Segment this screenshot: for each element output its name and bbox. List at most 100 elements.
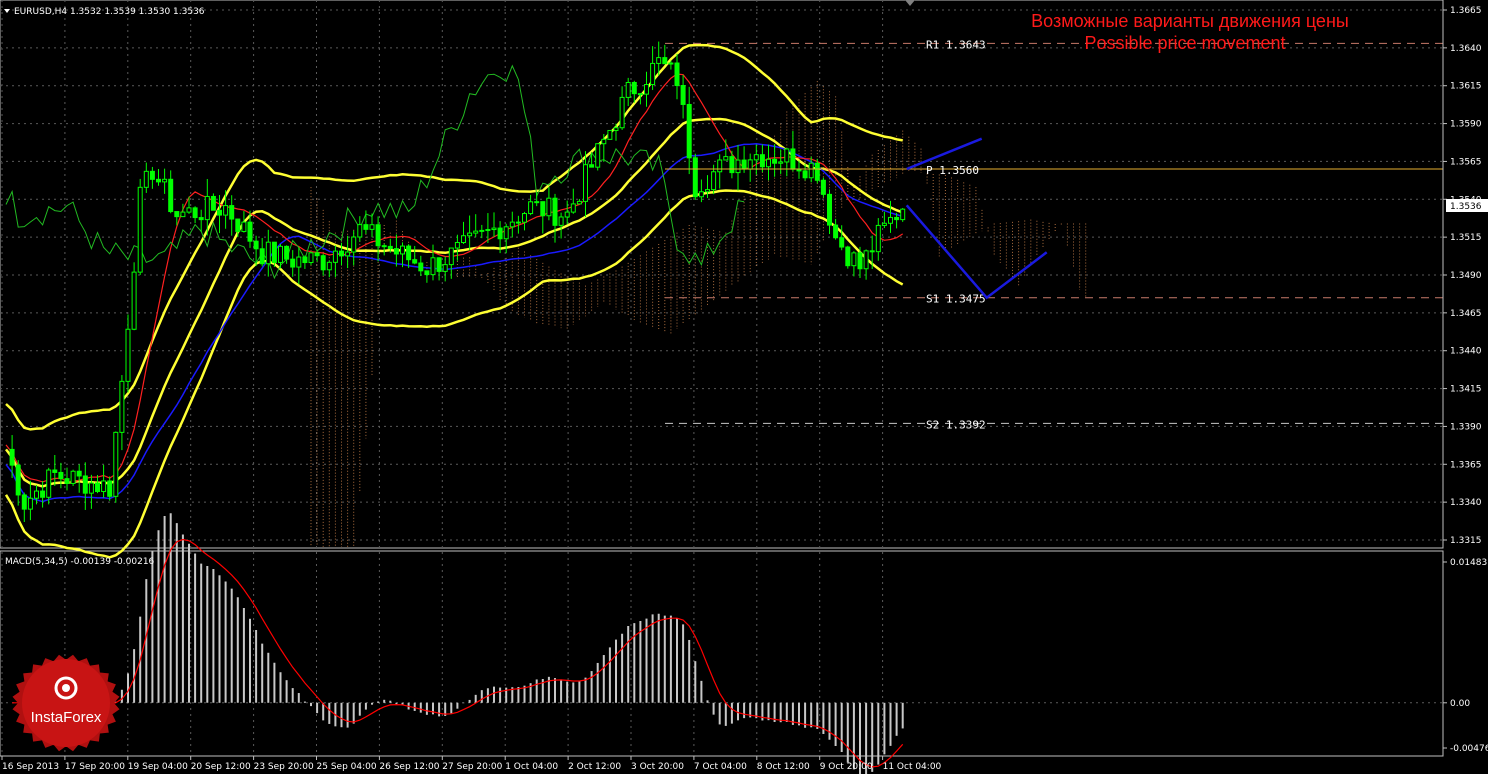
title-en: Possible price movement — [1084, 33, 1285, 53]
price-tick-label: 1.3340 — [1450, 498, 1482, 508]
candle-body — [223, 205, 229, 216]
candle-body — [583, 164, 588, 202]
candle-body — [759, 154, 765, 168]
candle-body — [766, 158, 771, 168]
candle-body — [723, 156, 729, 161]
candle-body — [784, 148, 790, 163]
price-tick-label: 1.3665 — [1450, 6, 1482, 16]
time-tick-label: 9 Oct 20:00 — [820, 762, 873, 772]
candle-body — [64, 478, 70, 484]
candle-body — [149, 170, 155, 180]
candle-body — [271, 241, 277, 263]
candle-body — [454, 242, 460, 249]
candle-body — [162, 178, 168, 183]
candle-body — [552, 197, 558, 226]
candle-body — [857, 252, 863, 270]
candle-body — [491, 227, 497, 231]
candle-body — [40, 490, 46, 498]
price-tick-label: 1.3465 — [1450, 309, 1482, 319]
candle-body — [656, 57, 662, 64]
candle-body — [88, 482, 94, 494]
price-tick-label: 1.3415 — [1450, 385, 1482, 395]
candle-body — [180, 211, 186, 218]
candle-body — [888, 216, 893, 224]
pivot-label: S1 1.3475 — [926, 293, 986, 306]
candle-body — [711, 171, 717, 191]
candle-body — [351, 236, 357, 253]
candle-body — [204, 195, 210, 221]
candle-body — [894, 216, 900, 221]
candle-body — [442, 264, 448, 272]
candle-body — [412, 259, 418, 264]
candle-body — [339, 250, 344, 257]
candle-body — [625, 81, 631, 98]
candle-body — [253, 240, 259, 250]
candle-body — [467, 232, 473, 237]
candle-body — [393, 248, 399, 255]
candle-body — [174, 211, 180, 218]
candle-body — [900, 208, 906, 221]
candle-body — [119, 380, 125, 433]
candle-body — [400, 245, 405, 255]
candle-body — [778, 161, 784, 164]
candle-body — [265, 241, 271, 265]
time-tick-label: 11 Oct 04:00 — [883, 762, 942, 772]
candle-body — [34, 490, 39, 499]
candle-body — [302, 256, 308, 264]
time-tick-label: 17 Sep 20:00 — [65, 762, 125, 772]
candle-body — [27, 497, 33, 510]
candle-body — [46, 469, 52, 498]
price-tick-label: 1.3515 — [1450, 233, 1482, 243]
candle-body — [869, 250, 875, 253]
candle-body — [814, 162, 820, 181]
candle-body — [369, 224, 375, 230]
candle-body — [125, 328, 131, 382]
candle-body — [210, 195, 216, 211]
candle-body — [833, 224, 839, 239]
price-tick-label: 1.3315 — [1450, 536, 1482, 546]
instaforex-logo: InstaForex — [12, 654, 120, 752]
candle-body — [406, 245, 412, 261]
candle-body — [863, 250, 869, 270]
price-tick-label: 1.3615 — [1450, 82, 1482, 92]
candle-body — [479, 229, 485, 232]
candle-body — [52, 469, 58, 473]
candle-body — [357, 224, 363, 238]
candle-body — [692, 157, 698, 198]
candle-body — [546, 197, 552, 217]
candle-body — [430, 257, 436, 276]
price-tick-label: 1.3390 — [1450, 422, 1482, 432]
candle-body — [229, 205, 235, 220]
candle-body — [308, 252, 314, 264]
candle-body — [717, 159, 723, 173]
price-tick-label: 1.3565 — [1450, 157, 1482, 167]
candle-body — [644, 84, 649, 95]
candle-body — [284, 245, 290, 260]
time-tick-label: 3 Oct 20:00 — [631, 762, 684, 772]
candle-body — [698, 191, 704, 198]
candle-body — [241, 221, 247, 232]
candle-body — [686, 103, 692, 159]
candle-body — [375, 224, 381, 247]
candle-body — [113, 431, 119, 497]
candle-body — [570, 203, 576, 213]
candle-body — [70, 470, 76, 484]
time-axis: 16 Sep 2013 17 Sep 20:00 19 Sep 04:00 20 Se… — [1, 756, 942, 772]
candle-body — [332, 250, 338, 263]
candle-body — [509, 221, 515, 228]
candle-body — [827, 193, 832, 226]
pivot-label: R1 1.3643 — [926, 38, 986, 51]
candle-body — [729, 156, 735, 174]
candle-body — [320, 255, 326, 271]
price-tick-label: 1.3365 — [1450, 460, 1482, 470]
candle-body — [497, 227, 503, 240]
candle-body — [387, 245, 393, 250]
pivot-label: S2 1.3392 — [926, 418, 986, 431]
time-tick-label: 23 Sep 20:00 — [254, 762, 314, 772]
candle-body — [772, 158, 778, 164]
candle-body — [418, 262, 424, 272]
candle-body — [186, 207, 192, 213]
price-axis: 1.36651.36401.36151.35901.35651.35401.35… — [1443, 6, 1488, 754]
time-tick-label: 7 Oct 04:00 — [694, 762, 747, 772]
time-tick-label: 19 Sep 04:00 — [128, 762, 188, 772]
